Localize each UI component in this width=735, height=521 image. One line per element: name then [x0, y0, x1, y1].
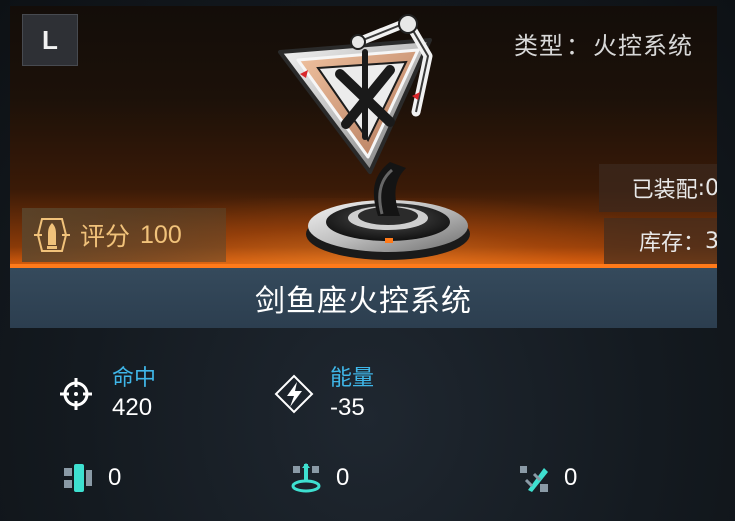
item-type: 类型：火控系统	[514, 32, 693, 60]
equipped-label: 已装配	[631, 178, 698, 203]
equipped-value: 0	[705, 175, 717, 201]
score-label: 评分	[80, 222, 131, 251]
stock-label: 库存	[638, 231, 683, 256]
stock-value: 3	[705, 228, 717, 254]
fire-control-turret-image	[278, 14, 470, 260]
lightning-icon	[274, 374, 314, 414]
bullet-score-icon	[34, 218, 70, 252]
crosshair-icon	[60, 378, 92, 410]
item-type-value: 火控系统	[593, 32, 693, 60]
minor-stat-missile-value: 0	[564, 464, 578, 491]
minor-stat-missile: 0	[516, 460, 577, 496]
stock-count: 库存： 3	[604, 218, 717, 264]
score-value: 100	[140, 220, 182, 249]
missile-module-icon	[520, 466, 548, 492]
equipped-count: 已装配:0	[599, 164, 717, 212]
minor-stat-anchor-value: 0	[336, 464, 350, 491]
item-preview-panel: L 类型：火控系统 已装配: 0 库存 ： 3 评分 100	[10, 6, 717, 268]
grade-badge: L	[22, 14, 78, 66]
minor-stat-shield: 0	[60, 460, 121, 496]
anchor-module-icon	[291, 463, 321, 493]
minor-stat-shield-value: 0	[108, 464, 122, 491]
item-type-label: 类型	[514, 32, 564, 60]
stat-energy: 能量 -35	[274, 365, 374, 423]
shield-module-icon	[64, 464, 92, 492]
item-name-bar: 剑鱼座火控系统	[10, 268, 717, 328]
stat-energy-value: -35	[330, 394, 365, 421]
stat-hit-value: 420	[112, 394, 153, 421]
stat-hit-label: 命中	[112, 366, 157, 391]
stat-hit: 命中 420	[56, 365, 156, 423]
item-detail-card: L 类型：火控系统 已装配: 0 库存 ： 3 评分 100 剑鱼座火控系统 …	[0, 0, 735, 521]
score-badge: 评分 100	[22, 208, 226, 262]
item-name: 剑鱼座火控系统	[255, 284, 472, 319]
minor-stat-anchor: 0	[288, 460, 349, 496]
stat-energy-label: 能量	[330, 366, 375, 391]
